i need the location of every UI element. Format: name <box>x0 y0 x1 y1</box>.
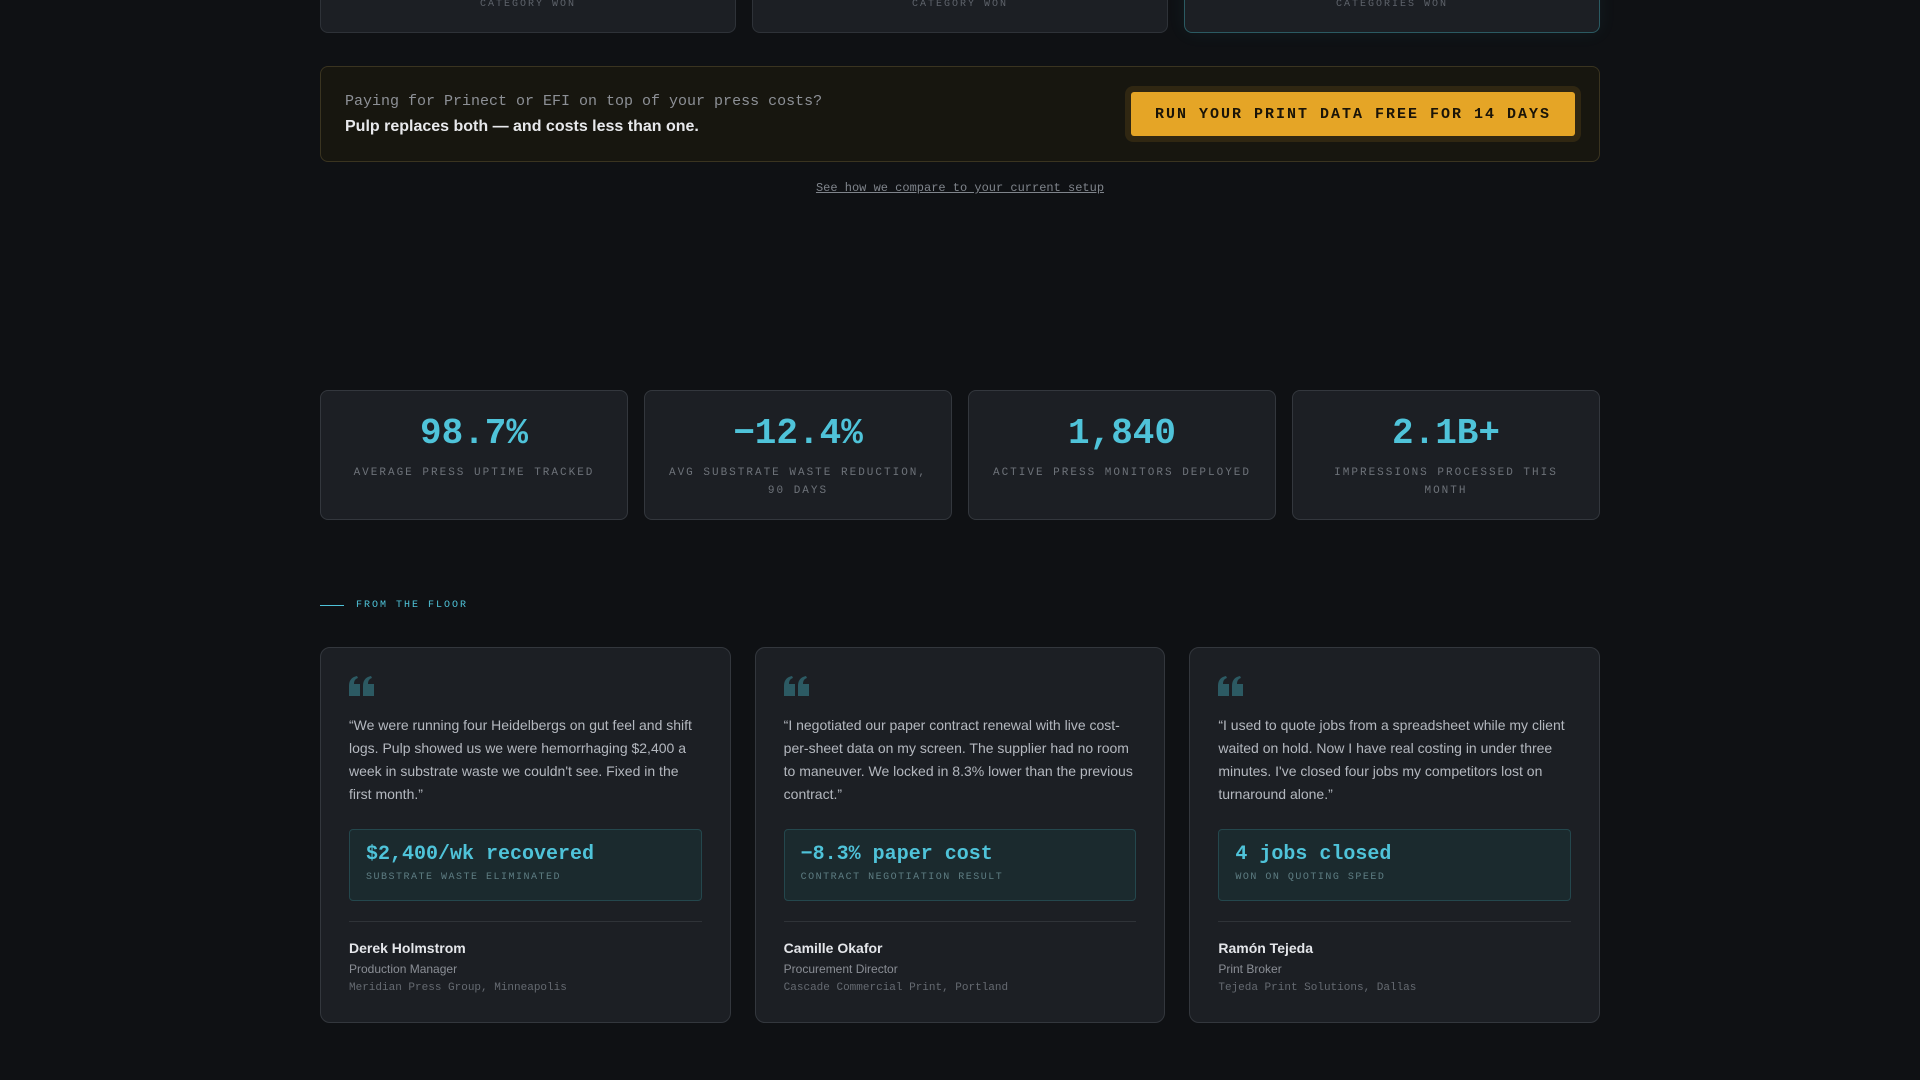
testimonial-card: “We were running four Heidelbergs on gut… <box>320 647 731 1023</box>
testimonial-card: “I negotiated our paper contract renewal… <box>754 647 1166 1023</box>
category-card: CATEGORY WON <box>752 0 1168 33</box>
stat-card: 98.7% AVERAGE PRESS UPTIME TRACKED <box>320 390 628 520</box>
cta-banner: Paying for Prinect or EFI on top of your… <box>320 66 1600 162</box>
cta-question: Paying for Prinect or EFI on top of your… <box>345 92 823 110</box>
free-trial-button[interactable]: RUN YOUR PRINT DATA FREE FOR 14 DAYS <box>1130 92 1575 136</box>
quote-mark-icon <box>1218 676 1571 698</box>
category-card: CATEGORY WON <box>320 0 736 33</box>
stat-label: IMPRESSIONS PROCESSED THIS MONTH <box>1334 467 1558 497</box>
testimonial-metric: 4 jobs closed WON ON QUOTING SPEED <box>1218 829 1572 901</box>
category-cards-row: CATEGORY WON CATEGORY WON CATEGORIES WON <box>320 0 1600 33</box>
compare-link[interactable]: See how we compare to your current setup <box>816 181 1104 195</box>
testimonial-quote: “We were running four Heidelbergs on gut… <box>349 717 692 802</box>
stat-value: −12.4% <box>733 413 863 454</box>
cta-text: Paying for Prinect or EFI on top of your… <box>345 93 822 136</box>
stat-value: 1,840 <box>1067 413 1177 454</box>
stats-row: 98.7% AVERAGE PRESS UPTIME TRACKED −12.4… <box>320 390 1600 520</box>
author-name: Camille Okafor <box>783 940 883 956</box>
testimonials-row: “We were running four Heidelbergs on gut… <box>320 647 1601 1023</box>
author-name: Derek Holmstrom <box>349 940 466 956</box>
author-role: Procurement Director <box>783 962 898 976</box>
testimonial-metric: $2,400/wk recovered SUBSTRATE WASTE ELIM… <box>349 829 702 901</box>
stat-value: 2.1B+ <box>1391 413 1501 454</box>
stat-label: AVERAGE PRESS UPTIME TRACKED <box>353 467 595 479</box>
divider <box>349 921 702 922</box>
category-card-highlighted: CATEGORIES WON <box>1184 0 1600 33</box>
stat-label: ACTIVE PRESS MONITORS DEPLOYED <box>992 467 1252 479</box>
stat-card: 2.1B+ IMPRESSIONS PROCESSED THIS MONTH <box>1292 390 1600 520</box>
section-label-text: FROM THE FLOOR <box>356 600 469 611</box>
stat-card: 1,840 ACTIVE PRESS MONITORS DEPLOYED <box>968 390 1276 520</box>
metric-label: WON ON QUOTING SPEED <box>1235 872 1386 883</box>
metric-value: 4 jobs closed <box>1235 843 1392 866</box>
metric-value: $2,400/wk recovered <box>366 843 595 866</box>
metric-label: SUBSTRATE WASTE ELIMINATED <box>366 872 562 883</box>
author-company: Cascade Commercial Print, Portland <box>783 982 1009 994</box>
author-name: Ramón Tejeda <box>1218 940 1313 956</box>
divider <box>783 921 1137 922</box>
metric-value: −8.3% paper cost <box>800 843 993 866</box>
divider <box>1218 921 1572 922</box>
quote-mark-icon <box>783 676 1137 698</box>
section-label-line <box>320 605 344 606</box>
stat-card: −12.4% AVG SUBSTRATE WASTE REDUCTION, 90… <box>644 390 952 520</box>
testimonial-card: “I used to quote jobs from a spreadsheet… <box>1189 647 1601 1023</box>
author-company: Meridian Press Group, Minneapolis <box>349 982 567 994</box>
testimonial-quote: “I negotiated our paper contract renewal… <box>783 717 1133 802</box>
cta-statement: Pulp replaces both — and costs less than… <box>345 117 699 135</box>
section-label: FROM THE FLOOR <box>320 600 468 611</box>
category-card-label: CATEGORIES WON <box>1335 0 1448 10</box>
author-company: Tejeda Print Solutions, Dallas <box>1218 982 1417 994</box>
quote-mark-icon <box>349 676 702 698</box>
stat-value: 98.7% <box>419 413 529 454</box>
author-role: Print Broker <box>1218 962 1282 976</box>
testimonial-metric: −8.3% paper cost CONTRACT NEGOTIATION RE… <box>783 829 1137 901</box>
author-role: Production Manager <box>349 962 458 976</box>
category-card-label: CATEGORY WON <box>911 0 1008 10</box>
category-card-label: CATEGORY WON <box>479 0 576 10</box>
testimonial-quote: “I used to quote jobs from a spreadsheet… <box>1218 717 1565 802</box>
metric-label: CONTRACT NEGOTIATION RESULT <box>800 872 1004 883</box>
compare-link-row: See how we compare to your current setup <box>320 178 1600 196</box>
stat-label: AVG SUBSTRATE WASTE REDUCTION, 90 DAYS <box>668 467 928 497</box>
